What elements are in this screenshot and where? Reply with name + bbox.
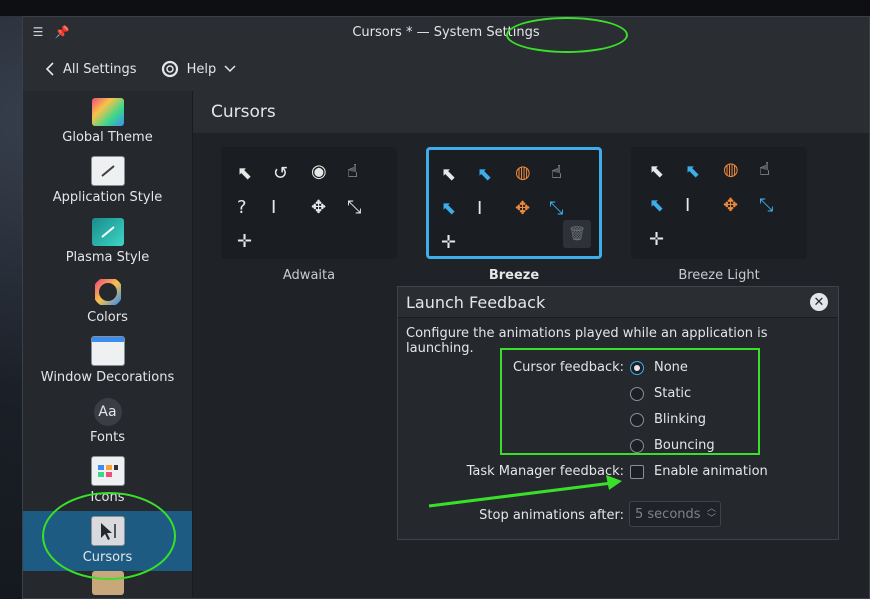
annotation-arrow bbox=[428, 475, 622, 508]
